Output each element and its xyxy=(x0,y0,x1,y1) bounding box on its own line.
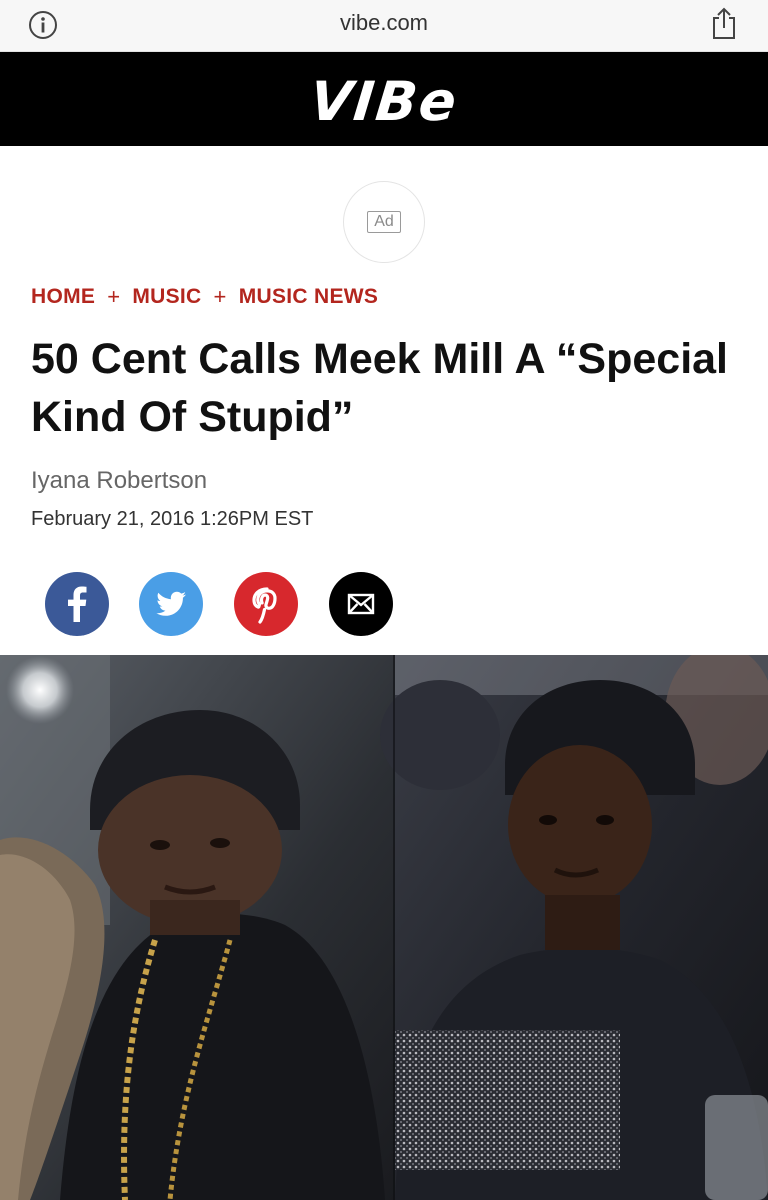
browser-address-bar: vibe.com xyxy=(0,0,768,52)
pinterest-icon xyxy=(252,587,277,624)
site-header: VIBe xyxy=(0,52,768,146)
hero-image-illustration xyxy=(0,655,768,1200)
article-date: February 21, 2016 1:26PM EST xyxy=(31,508,314,530)
url-text[interactable]: vibe.com xyxy=(0,10,768,36)
pinterest-share-button[interactable] xyxy=(234,572,298,636)
facebook-icon xyxy=(68,586,87,622)
vibe-logo[interactable]: VIBe xyxy=(0,70,768,133)
breadcrumb-home[interactable]: HOME xyxy=(31,285,95,309)
article-hero-image[interactable] xyxy=(0,655,768,1200)
facebook-share-button[interactable] xyxy=(45,572,109,636)
article-headline: 50 Cent Calls Meek Mill A “Special Kind … xyxy=(31,335,729,441)
twitter-share-button[interactable] xyxy=(139,572,203,636)
twitter-icon xyxy=(156,591,186,616)
breadcrumb-music-news[interactable]: MUSIC NEWS xyxy=(239,285,379,309)
breadcrumb-music[interactable]: MUSIC xyxy=(132,285,201,309)
share-icon[interactable] xyxy=(710,6,738,40)
breadcrumb-separator: + xyxy=(107,284,121,309)
ad-label: Ad xyxy=(367,211,401,233)
breadcrumb: HOME + MUSIC + MUSIC NEWS xyxy=(31,283,378,311)
email-share-button[interactable] xyxy=(329,572,393,636)
article-author[interactable]: Iyana Robertson xyxy=(31,467,207,495)
email-icon xyxy=(347,593,375,615)
breadcrumb-separator: + xyxy=(213,284,227,309)
ad-placeholder[interactable]: Ad xyxy=(343,181,425,263)
